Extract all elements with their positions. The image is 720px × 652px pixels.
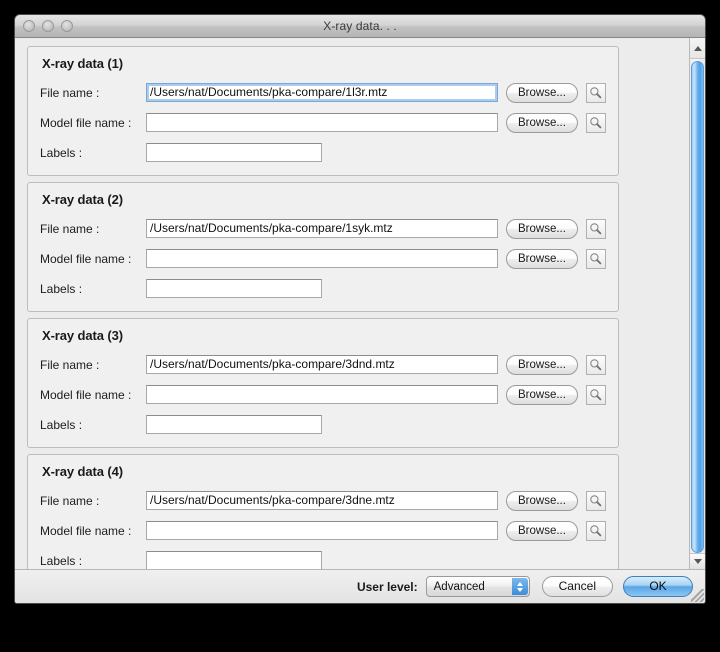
magnifier-model-file-button[interactable] (586, 113, 606, 133)
window-title: X-ray data. . . (15, 19, 705, 33)
model-file-name-row: Model file name : Browse... (40, 246, 608, 271)
dialog-body: X-ray data (1)File name :/Users/nat/Docu… (15, 38, 705, 569)
labels-label: Labels : (40, 282, 146, 296)
magnifier-model-file-button[interactable] (586, 249, 606, 269)
xray-data-group: X-ray data (1) File name :/Users/nat/Docu… (27, 46, 619, 176)
model-file-name-input[interactable] (146, 385, 498, 404)
model-file-name-row: Model file name : Browse... (40, 382, 608, 407)
dialog-footer: User level: Advanced Cancel OK (15, 569, 705, 603)
arrow-up-icon (517, 582, 523, 586)
resize-grip-icon[interactable] (691, 589, 704, 602)
scroll-content: X-ray data (1)File name :/Users/nat/Docu… (15, 38, 689, 569)
browse-file-name-button[interactable]: Browse... (506, 83, 578, 103)
magnifier-file-name-button[interactable] (586, 83, 606, 103)
stepper-arrows-icon[interactable] (512, 578, 528, 595)
group-title: X-ray data (1) (42, 56, 608, 71)
labels-input[interactable] (146, 551, 322, 569)
arrow-down-icon (517, 588, 523, 592)
scrollbar-up-button[interactable] (690, 38, 705, 58)
file-name-row: File name :/Users/nat/Documents/pka-comp… (40, 352, 608, 377)
user-level-label: User level: (357, 580, 418, 594)
model-file-name-input[interactable] (146, 521, 498, 540)
model-file-name-label: Model file name : (40, 116, 146, 130)
labels-input[interactable] (146, 143, 322, 162)
browse-file-name-button[interactable]: Browse... (506, 491, 578, 511)
minimize-button-icon[interactable] (42, 20, 54, 32)
xray-data-group: X-ray data (3) File name :/Users/nat/Docu… (27, 318, 619, 448)
chevron-down-icon (694, 559, 702, 564)
window-titlebar[interactable]: X-ray data. . . (15, 15, 705, 38)
model-file-name-label: Model file name : (40, 524, 146, 538)
file-name-input[interactable]: /Users/nat/Documents/pka-compare/3dne.mt… (146, 491, 498, 510)
xray-data-dialog-window: X-ray data. . . X-ray data (1) File name … (14, 14, 706, 604)
labels-row: Labels : (40, 276, 608, 301)
file-name-input[interactable]: /Users/nat/Documents/pka-compare/1syk.mt… (146, 219, 498, 238)
magnifier-file-name-button[interactable] (586, 219, 606, 239)
labels-label: Labels : (40, 554, 146, 568)
model-file-name-label: Model file name : (40, 252, 146, 266)
model-file-name-label: Model file name : (40, 388, 146, 402)
zoom-button-icon[interactable] (61, 20, 73, 32)
model-file-name-row: Model file name : Browse... (40, 518, 608, 543)
chevron-up-icon (694, 46, 702, 51)
labels-label: Labels : (40, 418, 146, 432)
magnifier-model-file-button[interactable] (586, 385, 606, 405)
group-title: X-ray data (4) (42, 464, 608, 479)
file-name-row: File name :/Users/nat/Documents/pka-comp… (40, 216, 608, 241)
labels-row: Labels : (40, 412, 608, 437)
user-level-select[interactable]: Advanced (426, 576, 530, 597)
browse-model-file-button[interactable]: Browse... (506, 113, 578, 133)
xray-data-group: X-ray data (4) File name :/Users/nat/Docu… (27, 454, 619, 569)
file-name-label: File name : (40, 358, 146, 372)
model-file-name-input[interactable] (146, 113, 498, 132)
scrollbar-down-button[interactable] (690, 553, 705, 569)
model-file-name-row: Model file name : Browse... (40, 110, 608, 135)
file-name-label: File name : (40, 222, 146, 236)
file-name-row: File name :/Users/nat/Documents/pka-comp… (40, 80, 608, 105)
file-name-label: File name : (40, 494, 146, 508)
group-title: X-ray data (3) (42, 328, 608, 343)
browse-file-name-button[interactable]: Browse... (506, 219, 578, 239)
file-name-label: File name : (40, 86, 146, 100)
labels-input[interactable] (146, 415, 322, 434)
file-name-row: File name :/Users/nat/Documents/pka-comp… (40, 488, 608, 513)
scrollbar-thumb[interactable] (691, 61, 704, 553)
user-level-value: Advanced (427, 581, 485, 593)
labels-row: Labels : (40, 548, 608, 569)
cancel-button[interactable]: Cancel (542, 576, 613, 597)
labels-label: Labels : (40, 146, 146, 160)
window-traffic-lights (23, 20, 73, 32)
magnifier-file-name-button[interactable] (586, 491, 606, 511)
group-title: X-ray data (2) (42, 192, 608, 207)
magnifier-model-file-button[interactable] (586, 521, 606, 541)
browse-model-file-button[interactable]: Browse... (506, 249, 578, 269)
labels-input[interactable] (146, 279, 322, 298)
magnifier-file-name-button[interactable] (586, 355, 606, 375)
file-name-input[interactable]: /Users/nat/Documents/pka-compare/3dnd.mt… (146, 355, 498, 374)
close-button-icon[interactable] (23, 20, 35, 32)
file-name-input[interactable]: /Users/nat/Documents/pka-compare/1l3r.mt… (146, 83, 498, 102)
ok-button[interactable]: OK (623, 576, 693, 597)
browse-model-file-button[interactable]: Browse... (506, 385, 578, 405)
labels-row: Labels : (40, 140, 608, 165)
vertical-scrollbar[interactable] (689, 38, 705, 569)
scrollbar-track[interactable] (690, 58, 705, 553)
browse-file-name-button[interactable]: Browse... (506, 355, 578, 375)
xray-data-group: X-ray data (2) File name :/Users/nat/Docu… (27, 182, 619, 312)
model-file-name-input[interactable] (146, 249, 498, 268)
browse-model-file-button[interactable]: Browse... (506, 521, 578, 541)
